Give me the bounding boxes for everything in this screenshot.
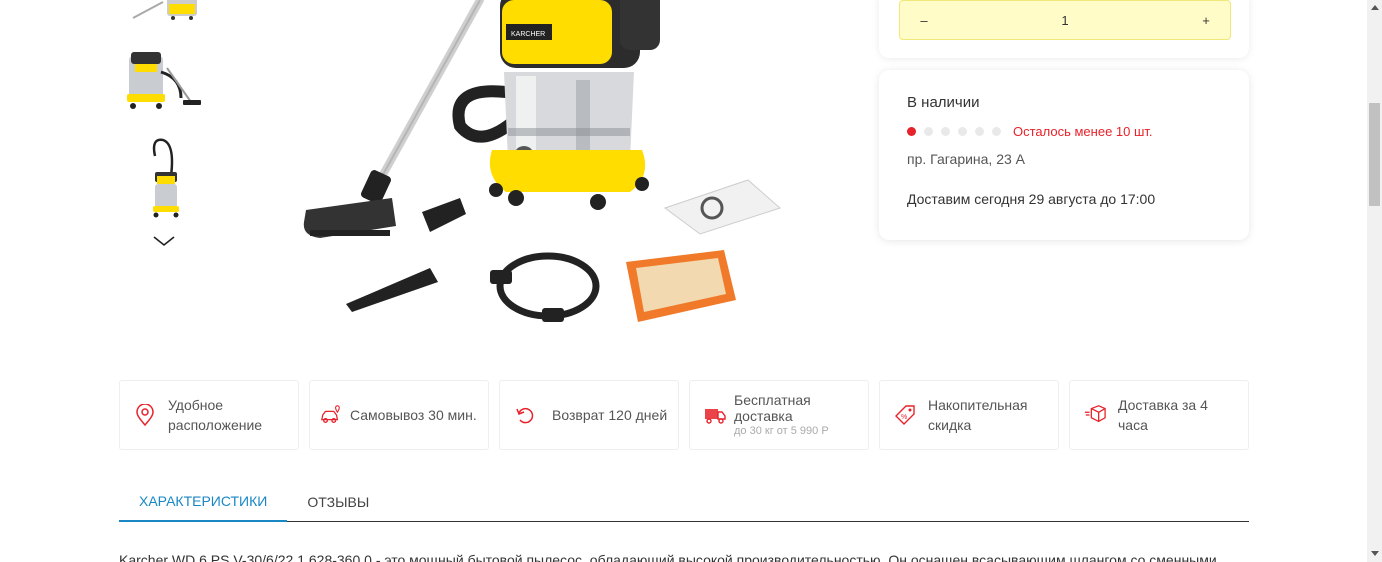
product-main-image: KARCHER <box>303 0 781 322</box>
availability-card: В наличии Осталось менее 10 шт. пр. Гага… <box>879 70 1249 240</box>
store-address: пр. Гагарина, 23 А <box>907 151 1026 167</box>
thumbnail-1[interactable] <box>119 0 207 24</box>
scroll-up-arrow-icon[interactable] <box>1371 5 1379 10</box>
tab-reviews[interactable]: ОТЗЫВЫ <box>287 482 389 522</box>
feature-title: Удобное расположение <box>168 397 263 433</box>
feature-title: Доставка за 4 часа <box>1118 397 1208 433</box>
stock-dot <box>941 126 950 136</box>
scroll-down-arrow-icon[interactable] <box>1371 551 1379 556</box>
feature-return: Возврат 120 дней <box>499 380 679 450</box>
tab-characteristics[interactable]: ХАРАКТЕРИСТИКИ <box>119 482 288 522</box>
quantity-increase-button[interactable]: + <box>1196 13 1216 28</box>
feature-discount: % Накопительная скидка <box>879 380 1059 450</box>
stock-dot <box>924 126 933 136</box>
feature-pickup: Самовывоз 30 мин. <box>309 380 489 450</box>
feature-fast-delivery: Доставка за 4 часа <box>1069 380 1249 450</box>
quantity-value[interactable]: 1 <box>934 13 1196 28</box>
delivery-info: Доставим сегодня 29 августа до 17:00 <box>907 191 1156 207</box>
chevron-down-icon[interactable] <box>150 233 178 249</box>
svg-text:KARCHER: KARCHER <box>511 31 545 38</box>
car-pickup-icon <box>320 404 342 426</box>
thumbnail-2[interactable] <box>119 48 207 112</box>
feature-title: Накопительная скидка <box>928 397 1028 433</box>
feature-title: Бесплатная доставка <box>734 392 811 424</box>
feature-convenient-location: Удобное расположение <box>119 380 299 450</box>
scrollbar[interactable] <box>1367 0 1382 562</box>
scrollbar-thumb[interactable] <box>1369 103 1380 206</box>
thumbnail-3[interactable] <box>119 136 207 220</box>
stock-dot <box>975 126 984 136</box>
quantity-decrease-button[interactable]: – <box>914 13 934 28</box>
svg-text:%: % <box>901 414 907 421</box>
discount-tag-icon: % <box>894 404 916 426</box>
delivery-truck-icon <box>704 404 726 426</box>
stock-dot <box>992 126 1001 136</box>
feature-title: Возврат 120 дней <box>552 407 668 423</box>
location-pin-icon <box>134 404 156 426</box>
stock-dot <box>907 126 916 136</box>
product-page: KARCHER – 1 + В наличии Осталось менее 1… <box>0 0 1382 562</box>
availability-status: В наличии <box>907 94 980 111</box>
return-icon <box>514 404 536 426</box>
feature-title: Самовывоз 30 мин. <box>350 407 477 423</box>
feature-free-delivery: Бесплатная доставка до 30 кг от 5 990 Р <box>689 380 869 450</box>
product-description: Karcher WD 6 PS V-30/6/22 1.628-360.0 - … <box>119 552 1217 562</box>
quantity-stepper[interactable]: – 1 + <box>899 0 1231 40</box>
features-row: Удобное расположение Самовывоз 30 мин. В… <box>119 380 1249 450</box>
stock-text: Осталось менее 10 шт. <box>1013 123 1153 139</box>
product-tabs: ХАРАКТЕРИСТИКИ ОТЗЫВЫ <box>119 482 1249 522</box>
stock-dot <box>958 126 967 136</box>
package-box-icon <box>1084 404 1106 426</box>
stock-indicator: Осталось менее 10 шт. <box>907 121 1221 141</box>
feature-subtitle: до 30 кг от 5 990 Р <box>734 425 829 437</box>
